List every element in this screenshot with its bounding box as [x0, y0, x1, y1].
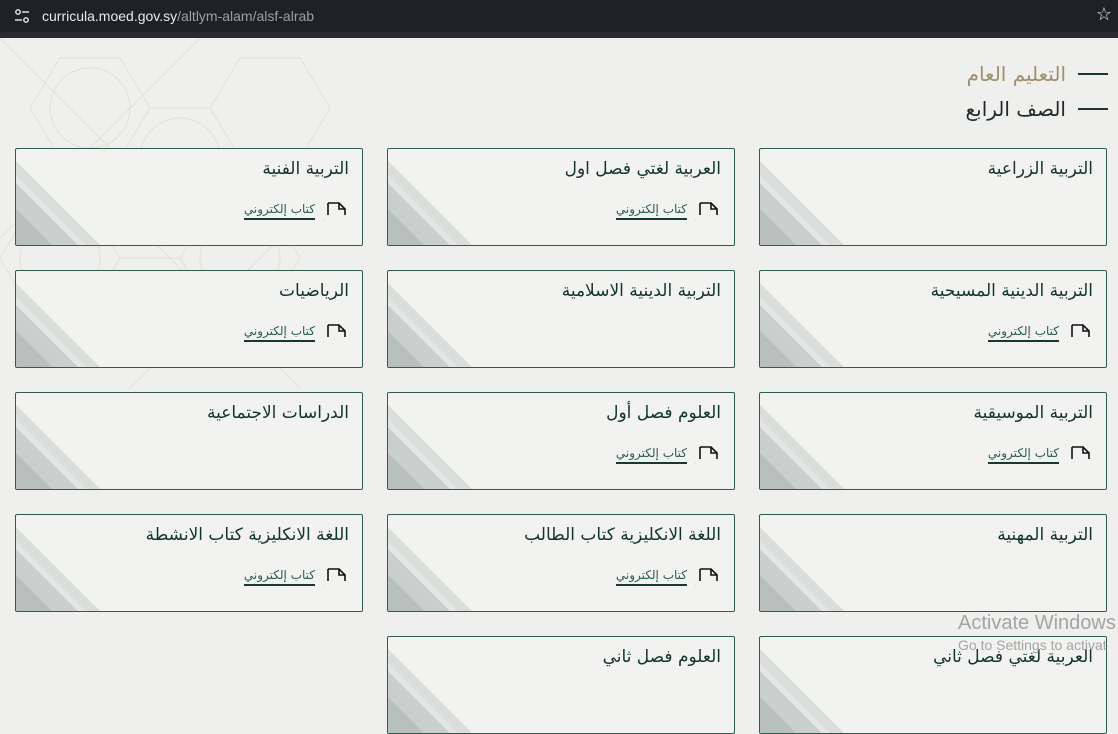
- subject-card[interactable]: التربية الدينية الاسلامية: [387, 270, 735, 368]
- subject-title[interactable]: التربية الدينية المسيحية: [931, 281, 1093, 301]
- subject-title[interactable]: التربية الفنية: [262, 159, 349, 179]
- windows-activation-watermark: Activate Windows Go to Settings to activ…: [958, 612, 1116, 656]
- subject-title[interactable]: اللغة الانكليزية كتاب الانشطة: [146, 525, 349, 545]
- ebook-label[interactable]: كتاب إلكتروني: [243, 568, 315, 586]
- subject-card[interactable]: اللغة الانكليزية كتاب الانشطة PDF كتاب إلك…: [15, 514, 363, 612]
- watermark-line-2: Go to Settings to activat: [958, 637, 1107, 653]
- subject-card[interactable]: العربية لغتي فصل اول PDF كتاب إلكتروني: [387, 148, 735, 246]
- subject-card[interactable]: التربية الدينية المسيحية PDF كتاب إلكتروني: [759, 270, 1107, 368]
- watermark-line-1: Activate Windows: [958, 612, 1116, 634]
- subject-title[interactable]: العربية لغتي فصل اول: [565, 159, 721, 179]
- subject-card[interactable]: اللغة الانكليزية كتاب الطالب PDF كتاب إلكت…: [387, 514, 735, 612]
- url-host: curricula.moed.gov.sy: [42, 8, 178, 24]
- breadcrumb-stage-label: التعليم العام: [966, 62, 1066, 86]
- pdf-icon: PDF: [695, 446, 718, 472]
- pdf-icon: PDF: [323, 568, 346, 594]
- breadcrumb-stage[interactable]: التعليم العام: [967, 62, 1108, 86]
- pdf-icon: PDF: [323, 324, 346, 350]
- pdf-icon: PDF: [1067, 446, 1090, 472]
- pdf-icon: PDF: [1067, 324, 1090, 350]
- ebook-pdf-link[interactable]: PDF كتاب إلكتروني: [987, 445, 1093, 473]
- subject-title[interactable]: التربية الموسيقية: [973, 403, 1093, 423]
- url-path: /altlym-alam/alsf-alrab: [177, 8, 315, 24]
- star-icon[interactable]: ☆: [1096, 4, 1112, 25]
- subject-title[interactable]: العلوم فصل أول: [606, 403, 721, 423]
- subject-title[interactable]: التربية الزراعية: [988, 159, 1093, 179]
- ebook-label[interactable]: كتاب إلكتروني: [987, 324, 1059, 342]
- url-text[interactable]: curricula.moed.gov.sy/altlym-alam/alsf-a…: [42, 8, 314, 24]
- subject-title[interactable]: الرياضيات: [279, 281, 349, 301]
- subject-title[interactable]: التربية الدينية الاسلامية: [562, 281, 721, 301]
- ebook-label[interactable]: كتاب إلكتروني: [243, 324, 315, 342]
- subject-card[interactable]: التربية الموسيقية PDF كتاب إلكتروني: [759, 392, 1107, 490]
- ebook-pdf-link[interactable]: PDF كتاب إلكتروني: [615, 445, 721, 473]
- page-title-label: الصف الرابع: [965, 97, 1066, 121]
- svg-text:PDF: PDF: [695, 218, 696, 228]
- ebook-label[interactable]: كتاب إلكتروني: [615, 568, 687, 586]
- ebook-label[interactable]: كتاب إلكتروني: [615, 202, 687, 220]
- subject-card[interactable]: العلوم فصل أول PDF كتاب إلكتروني: [387, 392, 735, 490]
- page-title: الصف الرابع: [965, 97, 1108, 121]
- subject-card[interactable]: العلوم فصل ثاني: [387, 636, 735, 734]
- heading-bar: [1078, 73, 1108, 75]
- pdf-icon: PDF: [695, 202, 718, 228]
- subject-card[interactable]: التربية الفنية PDF كتاب إلكتروني: [15, 148, 363, 246]
- svg-text:PDF: PDF: [695, 462, 696, 472]
- ebook-label[interactable]: كتاب إلكتروني: [987, 446, 1059, 464]
- ebook-pdf-link[interactable]: PDF كتاب إلكتروني: [615, 567, 721, 595]
- heading-bar: [1078, 108, 1108, 110]
- subject-title[interactable]: العلوم فصل ثاني: [603, 647, 721, 667]
- subject-card[interactable]: الدراسات الاجتماعية: [15, 392, 363, 490]
- ebook-pdf-link[interactable]: PDF كتاب إلكتروني: [987, 323, 1093, 351]
- subject-card[interactable]: الرياضيات PDF كتاب إلكتروني: [15, 270, 363, 368]
- svg-text:PDF: PDF: [1067, 340, 1068, 350]
- ebook-label[interactable]: كتاب إلكتروني: [615, 446, 687, 464]
- subject-title[interactable]: اللغة الانكليزية كتاب الطالب: [524, 525, 721, 545]
- pdf-icon: PDF: [695, 568, 718, 594]
- svg-text:PDF: PDF: [1067, 462, 1068, 472]
- subject-title[interactable]: الدراسات الاجتماعية: [207, 403, 349, 423]
- ebook-pdf-link[interactable]: PDF كتاب إلكتروني: [243, 567, 349, 595]
- svg-text:PDF: PDF: [695, 584, 696, 594]
- svg-text:PDF: PDF: [323, 340, 324, 350]
- ebook-pdf-link[interactable]: PDF كتاب إلكتروني: [243, 323, 349, 351]
- tune-icon[interactable]: [14, 8, 30, 24]
- svg-text:PDF: PDF: [323, 218, 324, 228]
- subject-title[interactable]: التربية المهنية: [997, 525, 1093, 545]
- pdf-icon: PDF: [323, 202, 346, 228]
- ebook-pdf-link[interactable]: PDF كتاب إلكتروني: [615, 201, 721, 229]
- ebook-pdf-link[interactable]: PDF كتاب إلكتروني: [243, 201, 349, 229]
- subject-card[interactable]: التربية الزراعية: [759, 148, 1107, 246]
- ebook-label[interactable]: كتاب إلكتروني: [243, 202, 315, 220]
- svg-text:PDF: PDF: [323, 584, 324, 594]
- browser-address-bar: curricula.moed.gov.sy/altlym-alam/alsf-a…: [0, 0, 1118, 32]
- subject-card[interactable]: التربية المهنية: [759, 514, 1107, 612]
